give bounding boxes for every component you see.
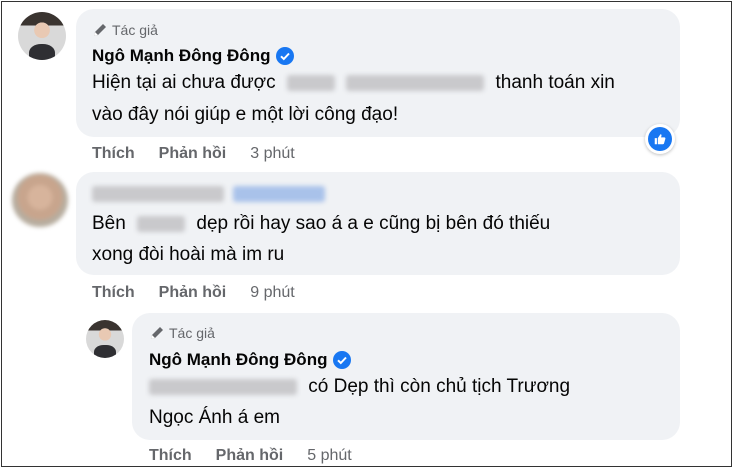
author-badge: Tác giả — [92, 22, 158, 38]
verified-badge-icon — [333, 351, 352, 369]
verified-badge-icon — [276, 47, 295, 65]
timestamp[interactable]: 9 phút — [250, 284, 294, 302]
reply-actions: Thích Phản hồi 5 phút — [149, 447, 352, 465]
like-link[interactable]: Thích — [149, 447, 192, 465]
reply-link[interactable]: Phản hồi — [159, 145, 227, 163]
blurred-text — [286, 74, 335, 91]
timestamp[interactable]: 3 phút — [250, 145, 294, 163]
reply-text-line2: Ngọc Ánh á em — [149, 407, 280, 428]
like-thumb-icon — [648, 127, 672, 151]
reply-link[interactable]: Phản hồi — [159, 284, 227, 302]
author-tag-label: Tác giả — [169, 325, 215, 341]
comment-text-line2: xong đòi hoài mà im ru — [92, 244, 285, 265]
blurred-text — [137, 215, 186, 232]
blurred-text — [92, 185, 224, 202]
blurred-mention — [149, 378, 297, 395]
comment-text: Hiện tại ai chưa được thanh toán xin — [92, 72, 615, 93]
reply-link[interactable]: Phản hồi — [216, 447, 284, 465]
author-tag-label: Tác giả — [112, 22, 158, 38]
author-badge: Tác giả — [149, 325, 215, 341]
comment-actions: Thích Phản hồi 9 phút — [92, 284, 295, 302]
comment-actions: Thích Phản hồi 3 phút — [92, 145, 295, 163]
like-link[interactable]: Thích — [92, 284, 135, 302]
avatar[interactable] — [12, 173, 68, 227]
comment-text: Bên dẹp rồi hay sao á a e cũng bị bên đó… — [92, 213, 551, 234]
reaction-badge[interactable] — [645, 124, 675, 154]
pen-icon — [94, 24, 106, 36]
commenter-name-blurred — [92, 178, 326, 210]
commenter-name[interactable]: Ngô Mạnh Đông Đông — [92, 46, 295, 66]
timestamp[interactable]: 5 phút — [307, 447, 351, 465]
avatar[interactable] — [86, 320, 124, 358]
commenter-name[interactable]: Ngô Mạnh Đông Đông — [149, 350, 352, 370]
reply-text: có Dẹp thì còn chủ tịch Trương — [149, 371, 570, 403]
blurred-link — [233, 185, 326, 202]
avatar[interactable] — [18, 12, 66, 60]
comment-text-line2: vào đây nói giúp e một lời công đạo! — [92, 104, 399, 125]
blurred-text — [346, 74, 485, 91]
pen-icon — [151, 327, 163, 339]
like-link[interactable]: Thích — [92, 145, 135, 163]
